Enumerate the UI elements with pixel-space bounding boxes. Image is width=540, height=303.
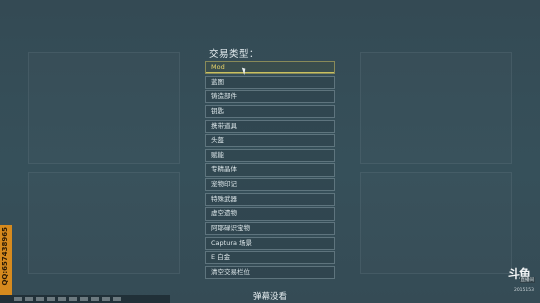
- option-label: 赋能: [211, 150, 224, 159]
- option-label: 蓝图: [211, 77, 224, 86]
- trade-type-option-clear[interactable]: 清空交易栏位: [205, 265, 335, 280]
- background-right-panel: [360, 52, 512, 164]
- trade-type-option-arcane[interactable]: 赋能: [205, 148, 335, 162]
- douyu-logo-sub: 直播间: [519, 277, 535, 283]
- trade-type-title: 交易类型：: [209, 49, 260, 60]
- option-label: 专精晶体: [211, 165, 237, 174]
- option-label: 钥匙: [211, 106, 224, 115]
- trade-type-option-platinum[interactable]: E 白金: [205, 251, 335, 265]
- option-label: 携带道具: [211, 121, 237, 130]
- option-label: Captura 场景: [211, 238, 253, 247]
- trade-type-option-blueprint[interactable]: 蓝图: [205, 75, 335, 89]
- trade-type-option-gear[interactable]: 携带道具: [205, 119, 335, 133]
- option-label: 清空交易栏位: [211, 267, 250, 276]
- trade-type-list: Mod 蓝图 铸造部件 钥匙 携带道具 头盔 赋能 专精晶体 宠物印记 特殊武器…: [205, 61, 335, 281]
- option-label: E 白金: [211, 253, 231, 262]
- trade-type-option-mod[interactable]: Mod: [205, 61, 335, 75]
- background-left-panel: [28, 52, 180, 164]
- option-label: 铸造部件: [211, 92, 237, 101]
- trade-type-option-helmet[interactable]: 头盔: [205, 134, 335, 148]
- trade-type-option-special-weapon[interactable]: 特殊武器: [205, 192, 335, 206]
- trade-type-option-pet-imprint[interactable]: 宠物印记: [205, 178, 335, 192]
- trade-type-option-ayatan[interactable]: 阿耶碌识宝物: [205, 222, 335, 236]
- option-label: 虚空遗物: [211, 209, 237, 218]
- option-label: 头盔: [211, 136, 224, 145]
- douyu-room-number: 2015153: [513, 288, 534, 293]
- qq-watermark-text: QQ:657438965: [1, 227, 9, 286]
- option-label: 特殊武器: [211, 194, 237, 203]
- game-screen: 交易类型： Mod 蓝图 铸造部件 钥匙 携带道具 头盔 赋能 专精晶体 宠物印…: [0, 0, 540, 303]
- danmaku-caption: 弹幕没看: [252, 292, 287, 302]
- background-right-panel-2: [360, 172, 512, 274]
- trade-type-option-key[interactable]: 钥匙: [205, 104, 335, 119]
- option-label: Mod: [211, 63, 225, 71]
- qq-watermark: QQ:657438965: [0, 225, 12, 295]
- option-label: 宠物印记: [211, 180, 237, 189]
- trade-type-option-captura[interactable]: Captura 场景: [205, 236, 335, 250]
- trade-type-option-component[interactable]: 铸造部件: [205, 90, 335, 104]
- selected-underline: [206, 72, 334, 74]
- douyu-logo: 斗鱼 直播间 2015153: [506, 265, 536, 293]
- background-left-panel-2: [28, 172, 180, 274]
- trade-type-option-void-relic[interactable]: 虚空遗物: [205, 207, 335, 221]
- option-label: 阿耶碌识宝物: [211, 224, 250, 233]
- trade-type-option-focus-lens[interactable]: 专精晶体: [205, 163, 335, 177]
